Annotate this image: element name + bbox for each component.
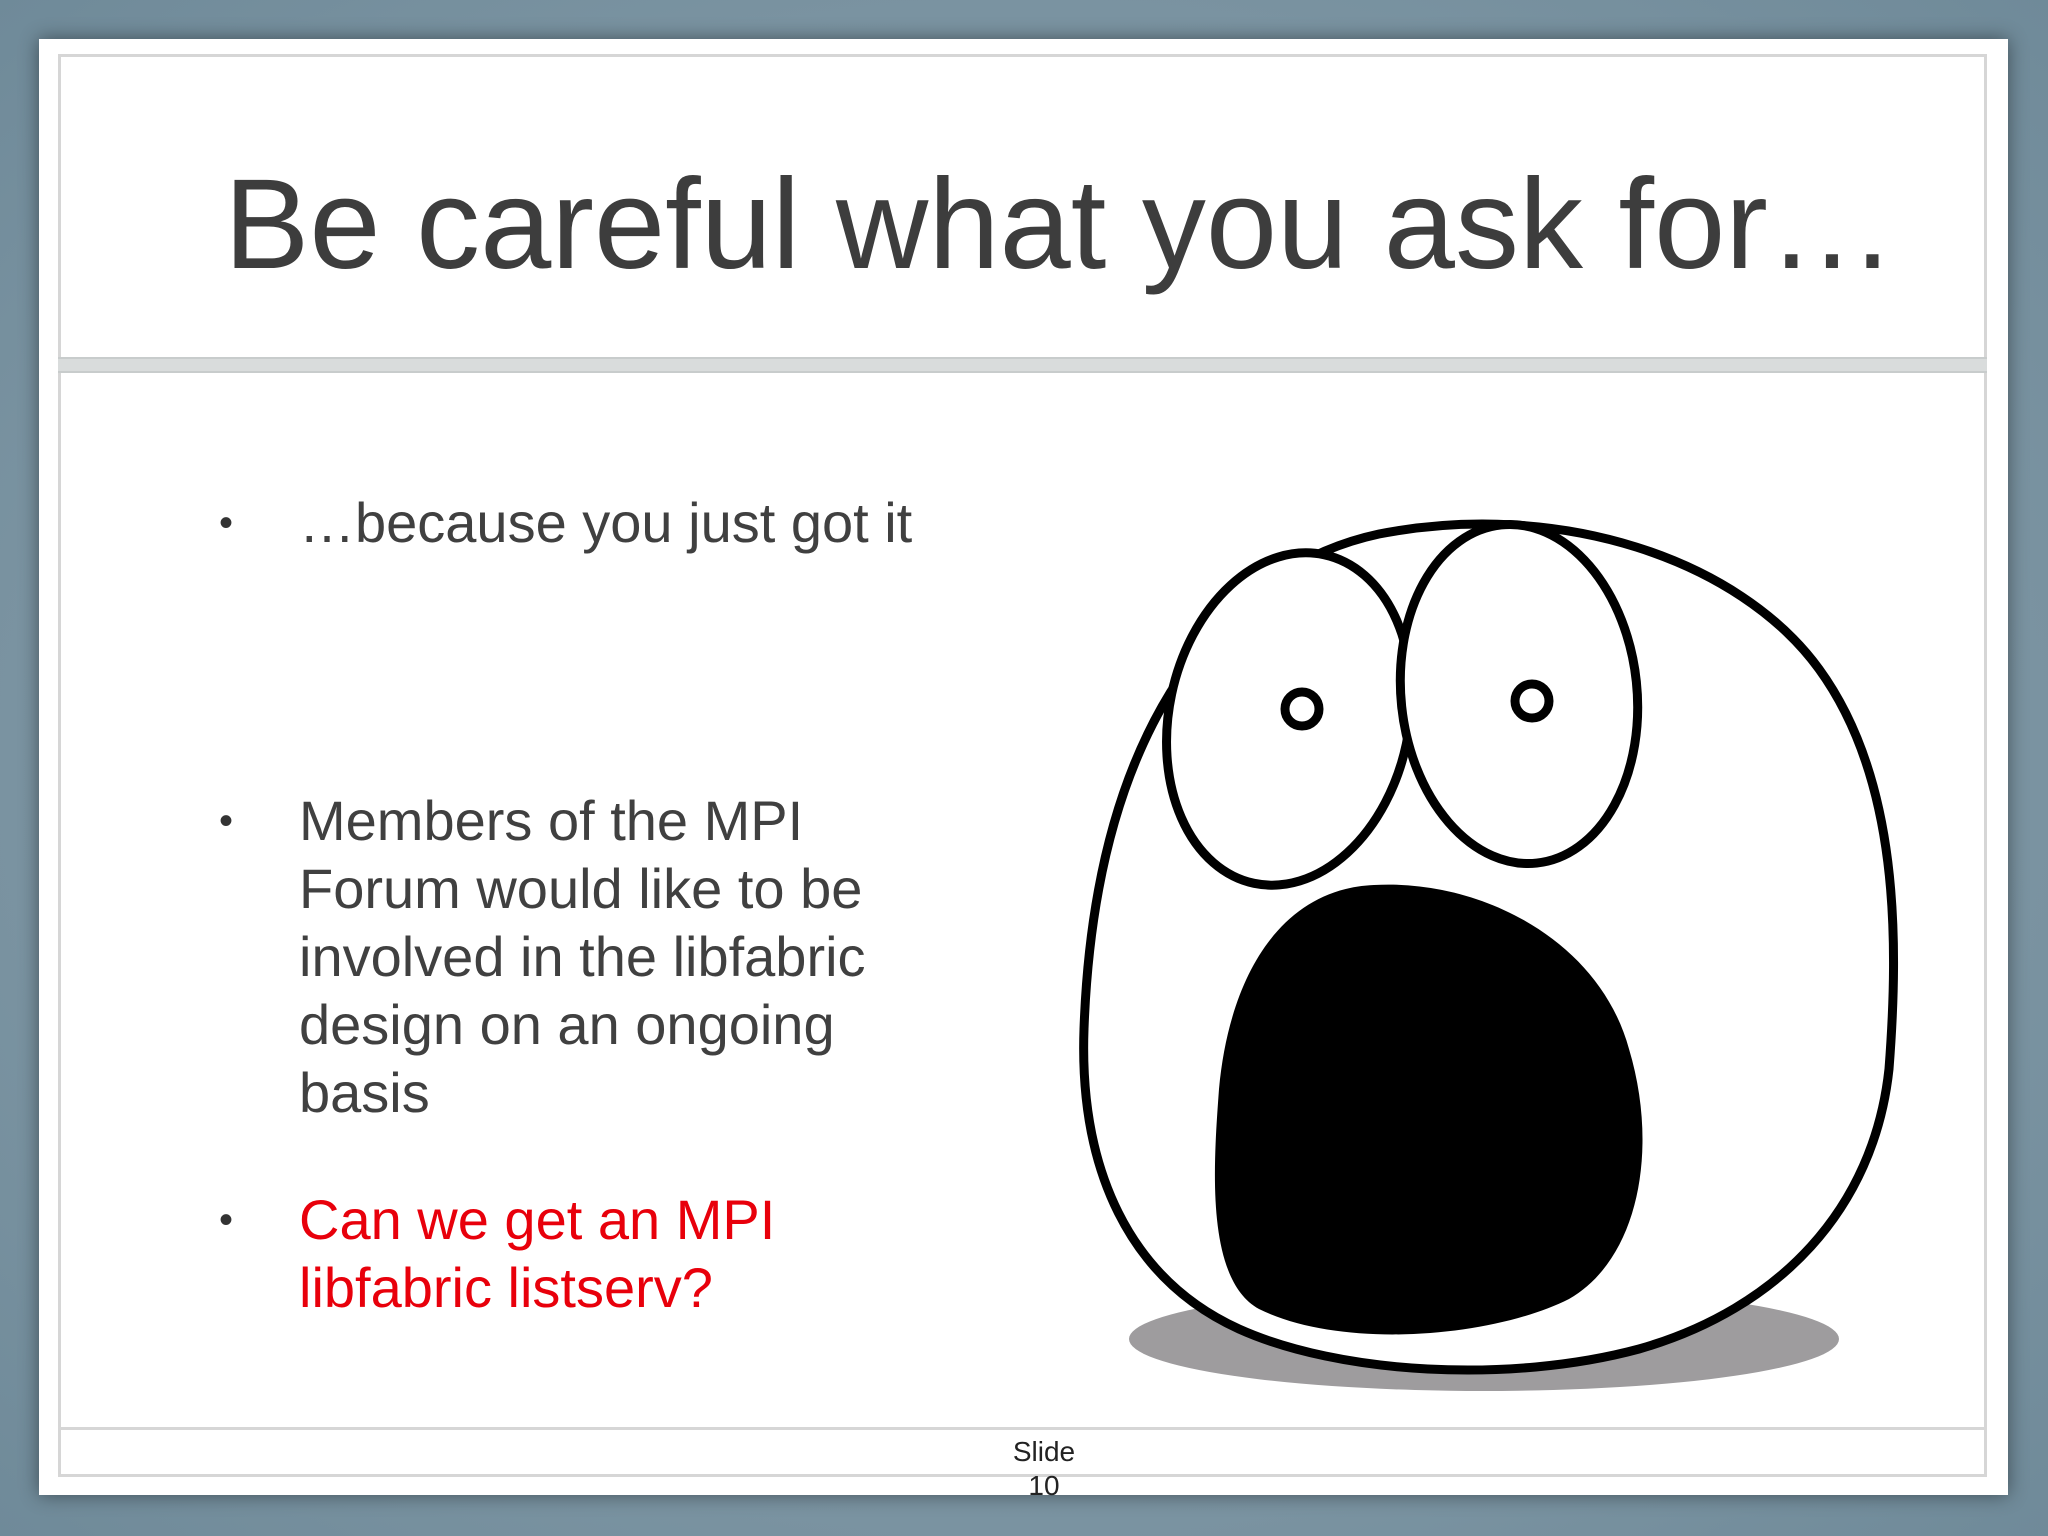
slide-number: Slide 10 (969, 1435, 1119, 1503)
slide-number-value: 10 (1028, 1470, 1060, 1501)
footer-divider (58, 1427, 1987, 1430)
left-pupil (1280, 687, 1324, 731)
bullet-text-highlighted: Can we get an MPI libfabric listserv? (299, 1188, 776, 1319)
bullet-item: • Members of the MPI Forum would like to… (219, 787, 939, 1127)
bullet-item-highlighted: • Can we get an MPI libfabric listserv? (219, 1186, 939, 1322)
bullet-glyph: • (219, 1198, 234, 1242)
bullet-glyph: • (219, 799, 234, 843)
bullet-text: Members of the MPI Forum would like to b… (299, 789, 866, 1124)
title-divider (58, 357, 1987, 373)
bullet-item: • …because you just got it (219, 489, 979, 557)
slide-title: Be careful what you ask for… (224, 153, 1896, 296)
right-pupil (1510, 679, 1554, 723)
bullet-glyph: • (219, 501, 234, 545)
bullet-text: …because you just got it (299, 491, 913, 554)
shocked-face-icon (1079, 519, 1898, 1391)
slide-number-label: Slide (1012, 1436, 1076, 1467)
slide: Be careful what you ask for… • …because … (39, 39, 2008, 1501)
